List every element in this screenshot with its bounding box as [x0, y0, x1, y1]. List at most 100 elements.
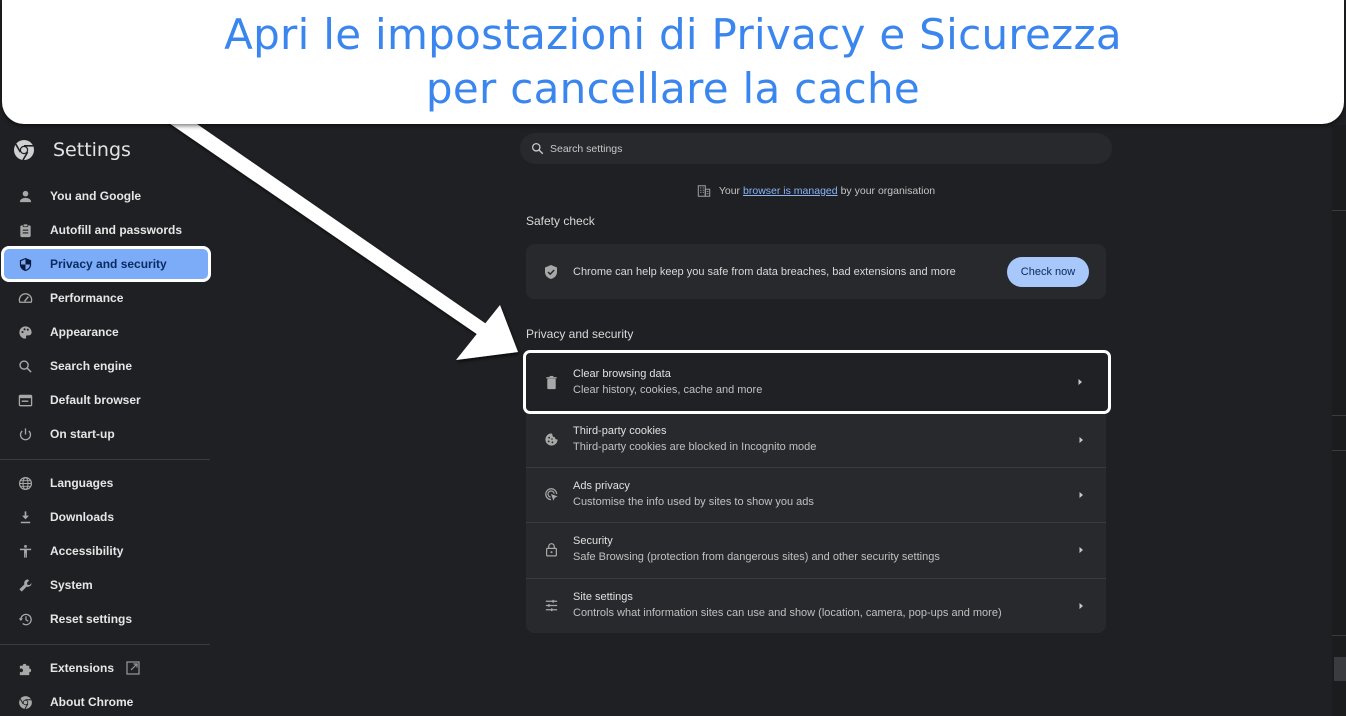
sidebar-item-label: Privacy and security: [50, 257, 167, 271]
wrench-icon: [17, 577, 33, 593]
settings-sidebar: Settings You and Google Autofill and pas…: [0, 125, 212, 716]
clipboard-icon: [17, 222, 33, 238]
settings-header: Settings: [12, 137, 131, 163]
sidebar-divider: [0, 644, 210, 645]
browser-window-icon: [17, 392, 33, 408]
trash-icon: [543, 374, 559, 390]
banner-line-2: per cancellare la cache: [425, 64, 921, 113]
row-subtitle: Clear history, cookies, cache and more: [573, 383, 763, 396]
power-icon: [17, 426, 33, 442]
chevron-right-icon: [1076, 545, 1086, 555]
scrollbar[interactable]: [1332, 125, 1346, 716]
managed-browser-notice: Your browser is managed by your organisa…: [520, 183, 1112, 199]
ads-target-icon: [543, 487, 559, 503]
settings-title: Settings: [53, 139, 131, 161]
sidebar-item-default-browser[interactable]: Default browser: [0, 384, 210, 416]
sidebar-item-label: Default browser: [50, 393, 141, 407]
palette-icon: [17, 324, 33, 340]
shield-icon: [17, 256, 33, 272]
chevron-right-icon: [1076, 435, 1086, 445]
instruction-banner: Apri le impostazioni di Privacy e Sicure…: [2, 0, 1344, 124]
privacy-security-heading: Privacy and security: [526, 327, 634, 341]
speedometer-icon: [17, 290, 33, 306]
scrollbar-tick: [1332, 450, 1346, 451]
sidebar-item-you-and-google[interactable]: You and Google: [0, 180, 210, 212]
sidebar-item-label: Performance: [50, 291, 124, 305]
clear-browsing-data-row[interactable]: Clear browsing data Clear history, cooki…: [523, 350, 1111, 414]
sliders-icon: [543, 598, 559, 614]
shield-check-icon: [543, 264, 559, 280]
sidebar-item-about-chrome[interactable]: About Chrome: [0, 686, 210, 716]
globe-icon: [17, 475, 33, 491]
sidebar-item-label: Appearance: [50, 325, 119, 339]
scrollbar-thumb[interactable]: [1334, 657, 1346, 681]
sidebar-item-label: On start-up: [50, 427, 115, 441]
puzzle-icon: [17, 660, 33, 676]
download-icon: [17, 509, 33, 525]
safety-check-card: Chrome can help keep you safe from data …: [526, 244, 1106, 299]
security-row[interactable]: Security Safe Browsing (protection from …: [526, 522, 1106, 578]
open-in-new-icon: [126, 661, 140, 675]
building-icon: [697, 184, 711, 198]
sidebar-item-label: Languages: [50, 476, 114, 490]
sidebar-item-appearance[interactable]: Appearance: [0, 316, 210, 348]
row-subtitle: Third-party cookies are blocked in Incog…: [573, 441, 817, 454]
chrome-logo-icon: [17, 694, 33, 710]
row-title: Security: [573, 535, 613, 548]
sidebar-divider: [0, 459, 210, 460]
sidebar-item-on-start-up[interactable]: On start-up: [0, 418, 210, 450]
sidebar-item-languages[interactable]: Languages: [0, 467, 210, 499]
scrollbar-tick: [1332, 415, 1346, 416]
search-icon: [17, 358, 33, 374]
sidebar-item-autofill-and-passwords[interactable]: Autofill and passwords: [0, 214, 210, 246]
lock-icon: [543, 542, 559, 558]
sidebar-item-label: Reset settings: [50, 612, 133, 626]
sidebar-item-privacy-and-security[interactable]: Privacy and security: [1, 246, 211, 282]
sidebar-item-label: Accessibility: [50, 544, 124, 558]
chevron-right-icon: [1076, 490, 1086, 500]
sidebar-item-label: Autofill and passwords: [50, 223, 183, 237]
sidebar-item-system[interactable]: System: [0, 569, 210, 601]
sidebar-item-search-engine[interactable]: Search engine: [0, 350, 210, 382]
sidebar-item-label: About Chrome: [50, 695, 134, 709]
privacy-security-card: Clear browsing data Clear history, cooki…: [523, 350, 1111, 634]
scrollbar-tick: [1332, 635, 1346, 636]
row-subtitle: Customise the info used by sites to show…: [573, 496, 814, 509]
row-subtitle: Controls what information sites can use …: [573, 607, 1002, 620]
safety-check-heading: Safety check: [526, 214, 595, 228]
row-title: Site settings: [573, 591, 633, 604]
ads-privacy-row[interactable]: Ads privacy Customise the info used by s…: [526, 467, 1106, 523]
row-title: Clear browsing data: [573, 367, 671, 380]
search-placeholder: Search settings: [550, 142, 623, 155]
accessibility-icon: [17, 543, 33, 559]
sidebar-item-label: Search engine: [50, 359, 133, 373]
sidebar-item-label: Extensions: [50, 661, 115, 675]
safety-check-description: Chrome can help keep you safe from data …: [573, 265, 956, 278]
check-now-button[interactable]: Check now: [1007, 256, 1089, 287]
person-icon: [17, 188, 33, 204]
third-party-cookies-row[interactable]: Third-party cookies Third-party cookies …: [526, 412, 1106, 468]
browser-managed-link[interactable]: browser is managed: [743, 185, 838, 197]
chevron-right-icon: [1076, 601, 1086, 611]
site-settings-row[interactable]: Site settings Controls what information …: [526, 578, 1106, 634]
search-icon: [531, 142, 544, 155]
managed-prefix: Your: [718, 185, 741, 197]
history-reset-icon: [17, 611, 33, 627]
search-settings-input[interactable]: Search settings: [520, 133, 1112, 164]
sidebar-item-accessibility[interactable]: Accessibility: [0, 535, 210, 567]
row-title: Third-party cookies: [573, 425, 667, 438]
sidebar-item-downloads[interactable]: Downloads: [0, 501, 210, 533]
sidebar-item-label: System: [50, 578, 93, 592]
banner-line-1: Apri le impostazioni di Privacy e Sicure…: [224, 10, 1122, 59]
managed-suffix: by your organisation: [840, 185, 936, 197]
cookie-icon: [543, 432, 559, 448]
sidebar-item-label: You and Google: [50, 189, 142, 203]
sidebar-item-performance[interactable]: Performance: [0, 282, 210, 314]
chevron-right-icon: [1075, 377, 1085, 387]
sidebar-item-extensions[interactable]: Extensions: [0, 652, 210, 684]
row-title: Ads privacy: [573, 480, 630, 493]
chrome-logo-icon: [12, 138, 36, 162]
sidebar-item-label: Downloads: [50, 510, 115, 524]
sidebar-item-reset-settings[interactable]: Reset settings: [0, 603, 210, 635]
row-subtitle: Safe Browsing (protection from dangerous…: [573, 551, 940, 564]
